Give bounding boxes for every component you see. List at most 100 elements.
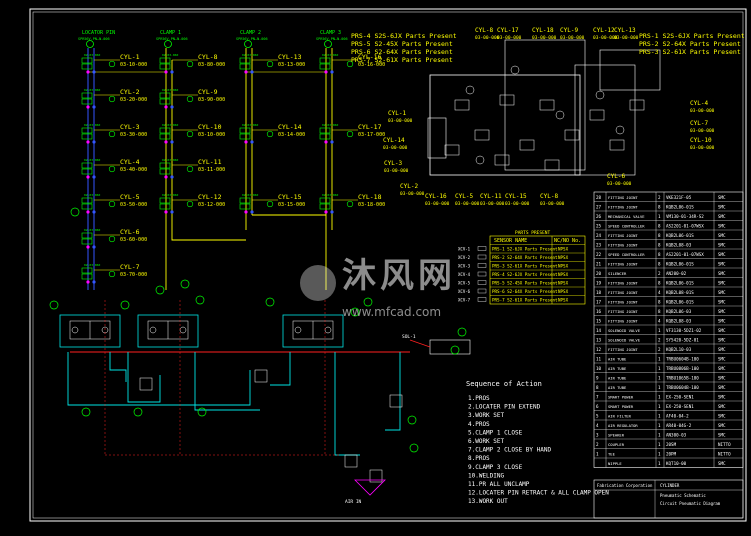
- fixture-label: CYL-10: [690, 137, 712, 144]
- bom-maker: SMC: [718, 195, 726, 200]
- title-line3: Circuit Pneumatic Diagram: [660, 501, 721, 506]
- sensor-no: NPSX: [558, 255, 569, 260]
- sequence-step: 13.WORK OUT: [468, 498, 508, 505]
- cylinder-code: 03-60-000: [120, 237, 147, 243]
- bom-maker: SMC: [718, 205, 726, 210]
- cylinder-name: CYL-6: [120, 228, 140, 236]
- bom-part-no: TRBU0604B-100: [666, 357, 699, 362]
- bom-desc: SPEAKER: [608, 433, 625, 438]
- port-marker: [86, 175, 90, 179]
- fixture-code: 03-00-000: [607, 181, 632, 187]
- fixture-label: CYL-14: [383, 137, 405, 144]
- column-header: CLAMP 1: [160, 30, 181, 36]
- port-marker: [250, 210, 254, 214]
- bom-part-no: VF3130-5DZ1-02: [666, 328, 702, 333]
- fixture-label: CYL-2: [400, 183, 418, 190]
- port-marker: [244, 140, 248, 144]
- bom-maker: NITTO: [718, 442, 731, 447]
- bom-part-no: TRBU1065B-100: [666, 376, 699, 381]
- bom-part-no: KQB2L06-01S: [666, 233, 694, 238]
- column-header: CLAMP 2: [240, 30, 261, 36]
- bom-item-no: 16: [596, 309, 602, 314]
- sensor-code: 02-03-060: [162, 193, 178, 197]
- sensor-side-label: XCV-3: [458, 264, 471, 269]
- cylinder-name: CYL-3: [120, 123, 140, 131]
- sensor-name: PRS-1 S2-6JX Parts Present: [492, 247, 558, 252]
- port-marker: [330, 210, 334, 214]
- bom-desc: FITTING JOINT: [608, 195, 638, 200]
- bom-maker: SMC: [718, 376, 726, 381]
- bom-maker: SMC: [718, 423, 726, 428]
- sensor-name: PRS-2 S2-64X Parts Present: [492, 255, 558, 260]
- cylinder-code: 03-18-000: [358, 202, 385, 208]
- port-marker: [92, 280, 96, 284]
- bom-maker: SMC: [718, 243, 726, 248]
- bom-item-no: 10: [596, 366, 602, 371]
- sensor-no: NPSX: [558, 272, 569, 277]
- bom-desc: SMART POWER: [608, 404, 634, 409]
- fixture-code: 03-00-000: [690, 128, 715, 134]
- bom-maker: SMC: [718, 414, 726, 419]
- sensor-code: 02-03-060: [322, 53, 338, 57]
- bom-item-no: 20: [596, 271, 602, 276]
- bom-desc: FITTING JOINT: [608, 290, 638, 295]
- fixture-code: 03-00-000: [614, 35, 639, 41]
- cylinder-name: CYL-17: [358, 123, 382, 131]
- port-marker: [250, 140, 254, 144]
- fixture-label: CYL-9: [560, 27, 578, 34]
- title-line2: Pneumatic Schematic: [660, 493, 706, 498]
- port-marker: [170, 175, 174, 179]
- port-marker: [324, 140, 328, 144]
- bom-desc: SILENCER: [608, 271, 627, 276]
- bom-maker: SMC: [718, 252, 726, 257]
- sequence-step: 7.CLAMP 2 CLOSE BY HAND: [468, 447, 551, 454]
- fixture-label: CYL-7: [690, 120, 708, 127]
- bom-maker: SMC: [718, 300, 726, 305]
- sensor-side-label: XCV-4: [458, 272, 471, 277]
- bom-item-no: 19: [596, 281, 602, 286]
- fixture-code: 03-00-000: [532, 35, 557, 41]
- bom-item-no: 13: [596, 338, 602, 343]
- bom-desc: AIR TUBE: [608, 357, 627, 362]
- port-marker: [164, 140, 168, 144]
- cylinder-code: 03-13-000: [278, 62, 305, 68]
- cylinder-code: 03-15-000: [278, 202, 305, 208]
- bom-desc: AIR FILTER: [608, 414, 632, 419]
- fixture-label: CYL-6: [607, 173, 625, 180]
- bom-desc: SOLENOID VALVE: [608, 328, 641, 333]
- bom-maker: SMC: [718, 338, 726, 343]
- bom-part-no: EX-250-SEN1: [666, 395, 694, 400]
- sensor-side-label: XCV-2: [458, 255, 471, 260]
- cylinder-code: 03-30-000: [120, 132, 147, 138]
- bom-part-no: KQB2L06-01S: [666, 262, 694, 267]
- title-company: Fabrication Corporation: [597, 483, 653, 488]
- port-marker: [164, 105, 168, 109]
- watermark-logo-icon: [300, 264, 336, 301]
- bom-item-no: 22: [596, 252, 602, 257]
- bom-desc: SPEED CONTROLLER: [608, 224, 645, 229]
- fixture-label: CYL-17: [497, 27, 519, 34]
- cylinder-code: 03-12-000: [198, 202, 225, 208]
- port-marker: [92, 245, 96, 249]
- bom-part-no: KQB2L08-01S: [666, 290, 694, 295]
- column-header: CLAMP 3: [320, 30, 341, 36]
- sensor-side-label: XCV-6: [458, 289, 471, 294]
- bom-part-no: 20SM: [666, 442, 677, 447]
- port-marker: [170, 210, 174, 214]
- bom-desc: AIR TUBE: [608, 366, 627, 371]
- port-marker: [324, 70, 328, 74]
- fixture-code: 03-00-000: [384, 168, 409, 174]
- bill-of-materials: 28 FITTING JOINT 2 VKE321F-05 SMC27 FITTING J…: [593, 191, 744, 468]
- sequence-step: 5.CLAMP 1 CLOSE: [468, 429, 523, 436]
- fixture-label: CYL-1: [388, 110, 406, 117]
- bom-maker: SMC: [718, 395, 726, 400]
- port-marker: [164, 175, 168, 179]
- sensor-code: 02-03-060: [84, 53, 100, 57]
- bom-item-no: 15: [596, 319, 602, 324]
- port-marker: [86, 245, 90, 249]
- fixture-code: 03-00-000: [400, 191, 425, 197]
- bom-desc: AIR REGULATOR: [608, 423, 638, 428]
- port-marker: [164, 210, 168, 214]
- bom-item-no: 25: [596, 224, 602, 229]
- column-subheader: SPR56V-PN—N-006: [78, 37, 110, 41]
